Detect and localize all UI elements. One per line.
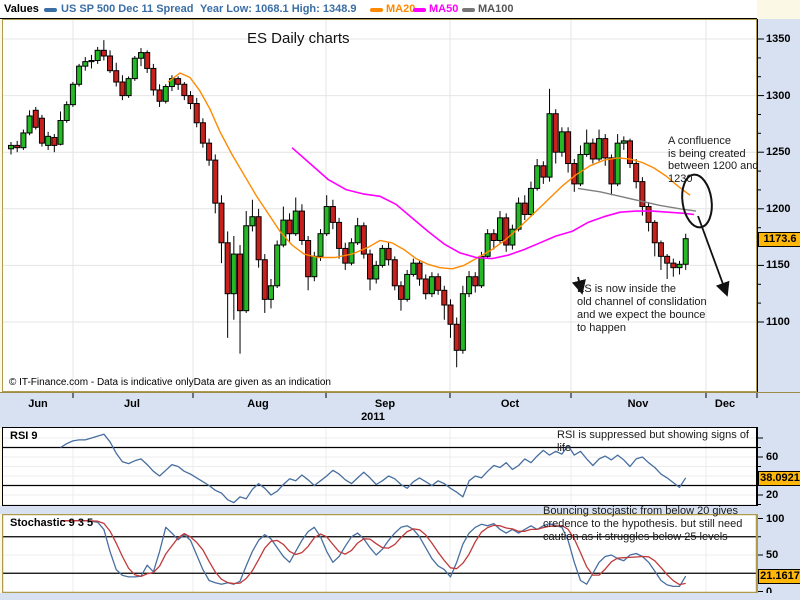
year-range-info: Year Low: 1068.1 High: 1348.9	[200, 3, 357, 15]
price-axis-label: 1350	[766, 33, 791, 45]
time-axis[interactable]: 2011 Jun Jul Aug Sep Oct Nov Dec	[0, 392, 800, 428]
copyright-text: © IT-Finance.com - Data is indicative on…	[9, 377, 194, 388]
price-axis-label: 1150	[766, 259, 790, 272]
price-axis-label: 1250	[766, 146, 791, 159]
price-axis-label: 1200	[766, 202, 791, 215]
month-label-sep: Sep	[374, 398, 396, 410]
ma20-legend-icon	[370, 8, 383, 12]
disclaimer-text: Data are given as an indication	[193, 377, 331, 388]
month-label-oct: Oct	[500, 398, 520, 410]
price-axis[interactable]: 1173.6 1100 1150 1200 1250 1300 1350	[757, 19, 800, 392]
annotation-stochastic[interactable]: Bouncing stocjastic from below 20 gives …	[543, 505, 742, 544]
bottom-strip	[0, 593, 800, 600]
stochastic-axis[interactable]: 21.1617 100 50 0	[757, 512, 800, 598]
annotation-confluence[interactable]: A confluence is being created between 12…	[668, 135, 759, 185]
copyright-notice: © IT-Finance.com - Data is indicative on…	[9, 377, 331, 388]
main-chart-canvas[interactable]	[2, 19, 757, 392]
annotation-rsi[interactable]: RSI is suppressed but showing signs of l…	[557, 429, 749, 455]
rsi-axis[interactable]: 38.0921 60 20	[757, 427, 800, 506]
ma20-legend-label[interactable]: MA20	[386, 3, 415, 15]
stochastic-value-box: 21.1617	[758, 569, 800, 584]
trading-app-window: Values US SP 500 Dec 11 Spread Year Low:…	[0, 0, 800, 600]
time-axis-ticks	[72, 393, 758, 398]
stochastic-label[interactable]: Stochastic 9 3 5	[10, 517, 93, 529]
toolbar-corner-spacer	[757, 0, 800, 19]
ma100-legend-icon	[462, 8, 475, 12]
rsi-axis-ticks	[758, 437, 763, 505]
month-label-jun: Jun	[28, 398, 48, 410]
values-button[interactable]: Values	[4, 3, 39, 15]
month-label-aug: Aug	[247, 398, 269, 410]
month-label-jul: Jul	[124, 398, 140, 410]
ma50-legend-label[interactable]: MA50	[429, 3, 458, 15]
stochastic-axis-label: 100	[766, 512, 785, 525]
last-price-box: 1173.6	[758, 231, 800, 247]
month-label-dec: Dec	[714, 398, 736, 410]
rsi-axis-label: 60	[766, 451, 779, 463]
chart-title: ES Daily charts	[247, 30, 350, 47]
instrument-name[interactable]: US SP 500 Dec 11 Spread	[61, 3, 194, 15]
month-label-nov: Nov	[627, 398, 649, 410]
rsi-label[interactable]: RSI 9	[10, 430, 38, 442]
price-axis-label: 1300	[766, 89, 791, 102]
annotation-channel[interactable]: ES is now inside the old channel of cons…	[577, 283, 707, 335]
main-chart-panel	[2, 19, 757, 392]
year-label: 2011	[361, 411, 385, 423]
price-axis-label: 1100	[766, 316, 790, 328]
instrument-legend-icon	[44, 8, 57, 12]
toolbar: Values US SP 500 Dec 11 Spread Year Low:…	[0, 0, 757, 19]
stochastic-axis-label: 50	[766, 549, 779, 561]
rsi-axis-label: 20	[766, 489, 779, 501]
ma100-legend-label[interactable]: MA100	[478, 3, 513, 15]
rsi-value-box: 38.0921	[758, 471, 800, 486]
ma50-legend-icon	[413, 8, 426, 12]
